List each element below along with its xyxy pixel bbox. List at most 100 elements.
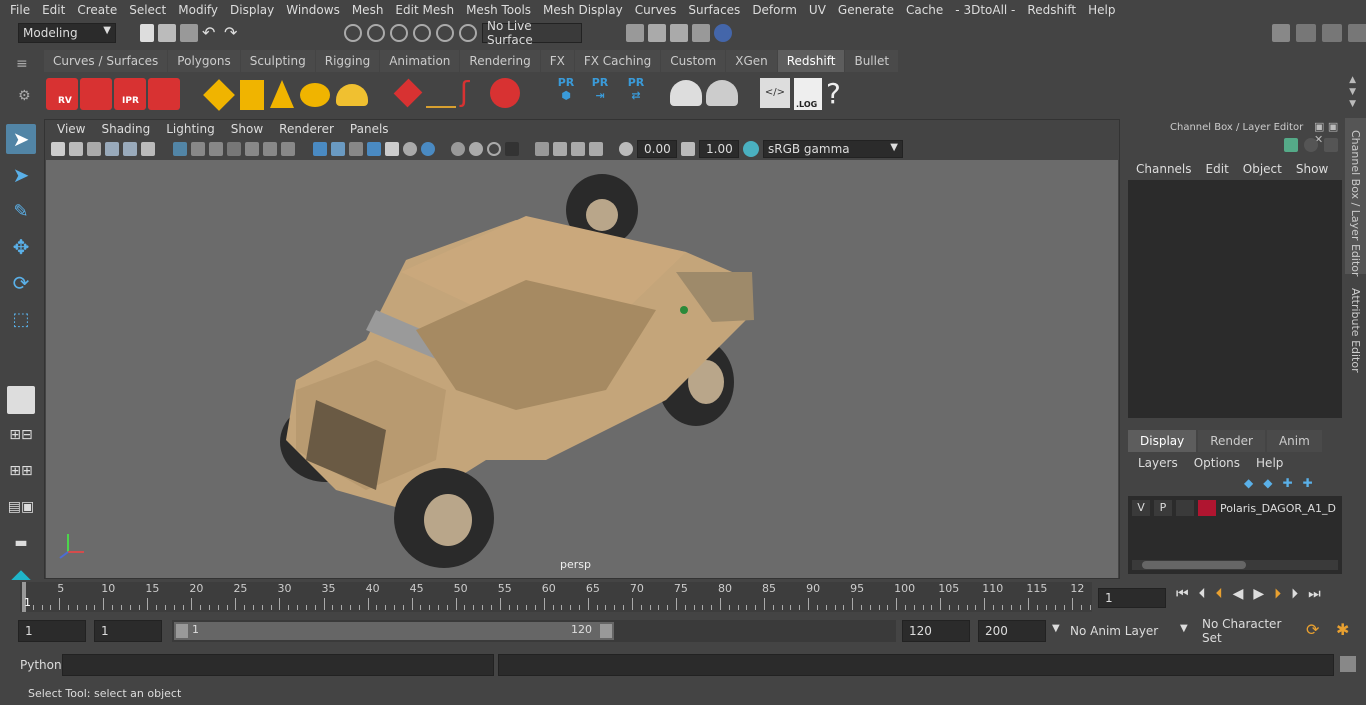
layer-menu-options[interactable]: Options (1194, 456, 1240, 470)
auto-key-icon[interactable]: ⟳ (1306, 620, 1319, 639)
menu-modify[interactable]: Modify (172, 3, 224, 17)
tab-fx-caching[interactable]: FX Caching (574, 50, 661, 72)
command-input[interactable] (62, 654, 494, 676)
isolate-select-icon[interactable] (535, 142, 549, 156)
portal-light-icon[interactable] (240, 80, 264, 110)
menu-help[interactable]: Help (1082, 3, 1121, 17)
material-pie-icon[interactable] (706, 80, 738, 106)
range-handle-start[interactable] (176, 624, 188, 638)
channel-menu-edit[interactable]: Edit (1206, 162, 1229, 176)
depth-of-field-icon[interactable] (505, 142, 519, 156)
live-surface-field[interactable]: No Live Surface (482, 19, 582, 47)
timeline-track[interactable]: 5 10 15 20 25 30 35 40 45 50 55 60 65 70 75 80 85 90 95 100… (20, 582, 1092, 612)
material-bowl-icon[interactable] (670, 80, 702, 106)
snap-point-icon[interactable] (390, 24, 408, 42)
rs-volume-icon[interactable] (426, 78, 456, 108)
help-icon[interactable]: ? (826, 78, 846, 110)
layout-icon[interactable] (1296, 24, 1316, 42)
rs-ipr-button[interactable]: IPR (114, 78, 146, 110)
menu-cache[interactable]: Cache (900, 3, 949, 17)
menu-mesh-display[interactable]: Mesh Display (537, 3, 629, 17)
menu-edit[interactable]: Edit (36, 3, 71, 17)
character-set-dropdown[interactable]: No Character Set ▼ (1178, 617, 1298, 645)
menu-generate[interactable]: Generate (832, 3, 900, 17)
log-icon[interactable]: .LOG (794, 78, 822, 110)
smooth-shade-icon[interactable] (331, 142, 345, 156)
outliner-layout-icon[interactable]: ▤▣ (6, 492, 36, 522)
color-management-icon[interactable] (743, 141, 759, 157)
lights-icon[interactable] (403, 142, 417, 156)
bookmark-icon[interactable] (87, 142, 101, 156)
film-gate-icon[interactable] (191, 142, 205, 156)
menu-select[interactable]: Select (123, 3, 172, 17)
textured-icon[interactable] (385, 142, 399, 156)
channel-menu-channels[interactable]: Channels (1136, 162, 1192, 176)
ambient-occlusion-icon[interactable] (451, 142, 465, 156)
channel-menu-object[interactable]: Object (1243, 162, 1282, 176)
grid-icon[interactable] (173, 142, 187, 156)
go-to-start-icon[interactable]: ⏮ (1176, 586, 1189, 602)
rs-render-view-button[interactable]: RV (46, 78, 78, 110)
side-tab-channel-box[interactable]: Channel Box / Layer Editor (1345, 118, 1366, 277)
menu-surfaces[interactable]: Surfaces (682, 3, 746, 17)
layer-tab-render[interactable]: Render (1198, 430, 1265, 452)
anim-layer-dropdown[interactable]: No Anim Layer ▼ (1050, 620, 1174, 642)
tab-custom[interactable]: Custom (661, 50, 726, 72)
shelf-settings-icon[interactable]: ⚙ (18, 88, 31, 104)
range-handle-end[interactable] (600, 624, 612, 638)
layer-tab-anim[interactable]: Anim (1266, 430, 1322, 452)
gamma-field[interactable]: 1.00 (699, 140, 739, 158)
color-space-dropdown[interactable]: sRGB gamma ▼ (763, 140, 903, 158)
playback-end-field[interactable]: 120 (902, 620, 970, 642)
shelf-tab-menu-icon[interactable]: ≡ (16, 56, 28, 72)
viewport-menu-shading[interactable]: Shading (93, 122, 158, 136)
sun-light-icon[interactable] (336, 84, 368, 106)
rs-render-settings-button[interactable] (148, 78, 180, 110)
snap-vertex-icon[interactable] (459, 24, 477, 42)
tab-polygons[interactable]: Polygons (168, 50, 240, 72)
layer-menu-layers[interactable]: Layers (1138, 456, 1178, 470)
go-to-end-icon[interactable]: ⏭ (1308, 586, 1321, 602)
tab-animation[interactable]: Animation (380, 50, 460, 72)
layer-tab-display[interactable]: Display (1128, 430, 1197, 452)
step-forward-frame-icon[interactable]: ⏵ (1274, 586, 1281, 602)
area-light-icon[interactable] (203, 79, 235, 111)
menu-curves[interactable]: Curves (629, 3, 683, 17)
new-layer-icon[interactable]: ✚ (1282, 476, 1292, 490)
tab-rigging[interactable]: Rigging (315, 50, 380, 72)
pr-button-1[interactable]: PR ⬢ (554, 76, 578, 110)
snap-view-icon[interactable] (413, 24, 431, 42)
tab-rendering[interactable]: Rendering (460, 50, 540, 72)
playback-start-field[interactable]: 1 (94, 620, 162, 642)
menu-mesh-tools[interactable]: Mesh Tools (460, 3, 537, 17)
pr-button-2[interactable]: PR ⇥ (588, 76, 612, 110)
lasso-tool-icon[interactable]: ➤ (6, 160, 36, 190)
menu-create[interactable]: Create (71, 3, 123, 17)
undo-icon[interactable]: ↶ (202, 24, 220, 42)
step-back-frame-icon[interactable]: ⏴ (1216, 586, 1223, 602)
spot-light-icon[interactable] (270, 80, 294, 108)
mode-dropdown[interactable]: Modeling ▼ (18, 23, 116, 43)
resolution-gate-icon[interactable] (209, 142, 223, 156)
tab-xgen[interactable]: XGen (726, 50, 777, 72)
gamma-icon[interactable] (681, 142, 695, 156)
default-material-icon[interactable] (349, 142, 363, 156)
layer-visibility-toggle[interactable]: V (1132, 500, 1150, 516)
render-view-icon[interactable] (626, 24, 644, 42)
snap-curve-icon[interactable] (367, 24, 385, 42)
layer-playback-toggle[interactable]: P (1154, 500, 1172, 516)
layer-color-swatch[interactable] (1198, 500, 1216, 516)
step-back-key-icon[interactable]: ⏴ (1199, 586, 1206, 602)
new-layer-selected-icon[interactable]: ✚ (1303, 476, 1313, 490)
range-track[interactable]: 1 120 (172, 620, 896, 642)
camera-lock-icon[interactable] (69, 142, 83, 156)
snap-surface-icon[interactable] (436, 24, 454, 42)
channel-list[interactable] (1128, 180, 1342, 418)
panel-layout-icon[interactable] (1322, 24, 1342, 42)
rotate-tool-icon[interactable]: ⟳ (6, 268, 36, 298)
xray-components-icon[interactable] (589, 142, 603, 156)
pr-button-3[interactable]: PR ⇄ (622, 76, 650, 110)
single-view-layout-icon[interactable]: ⊞⊟ (6, 420, 36, 450)
safe-title-icon[interactable] (281, 142, 295, 156)
viewport-3d[interactable]: persp (46, 160, 1118, 578)
